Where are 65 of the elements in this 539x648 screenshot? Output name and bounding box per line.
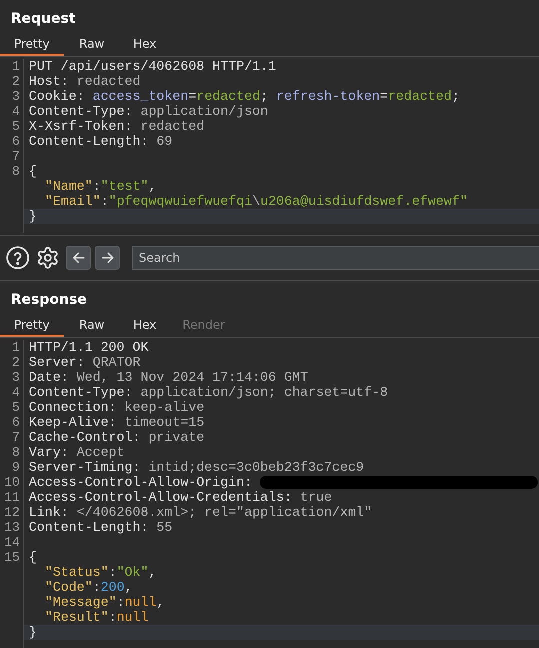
line-number: 4 (11, 104, 21, 119)
line-number: 8 (11, 445, 21, 460)
line-number: 11 (3, 490, 21, 505)
tab[interactable]: Hex (120, 315, 170, 337)
help-icon[interactable] (6, 246, 30, 270)
tab[interactable]: Hex (120, 34, 170, 56)
code-line: HTTP/1.1 200 OK (28, 340, 150, 355)
code-line: Content-Length: 55 (28, 520, 174, 535)
line-number: 12 (3, 505, 21, 520)
tab[interactable]: Pretty (0, 34, 64, 56)
line-number: 2 (11, 355, 21, 370)
code-line: { (28, 164, 38, 179)
line-number: 5 (11, 119, 21, 134)
settings-icon[interactable] (36, 246, 60, 270)
code-line: Access-Control-Allow-Credentials: true (28, 490, 334, 505)
code-line: Content-Length: 69 (28, 134, 174, 149)
code-line: X-Xsrf-Token: redacted (28, 119, 206, 134)
code-line: Cache-Control: private (28, 430, 206, 445)
tab[interactable]: Raw (64, 34, 120, 56)
line-number: 1 (11, 340, 21, 355)
arrow-right-icon (100, 250, 116, 266)
code-line: Server-Timing: intid;desc=3c0beb23f3c7cec9 (28, 460, 366, 475)
line-number: 15 (3, 550, 21, 565)
line-number: 6 (11, 134, 21, 149)
code-line: "Code":200, (44, 580, 134, 595)
code-line: Link: </4062608.xml>; rel="application/xml" (28, 505, 374, 520)
code-line: "Name":"test", (44, 179, 158, 194)
panel-title: Response (10, 291, 88, 310)
line-number: 8 (11, 164, 21, 179)
code-line: "Email":"pfeqwqwuiefwuefqi\u206a@uisdiufdswef.efwewf" (44, 194, 469, 209)
code-line: "Message":null, (44, 595, 166, 610)
code-text: Access-Control-Allow-Origin: (29, 475, 254, 490)
code-line: Vary: Accept (28, 445, 126, 460)
code-line: "Status":"Ok", (44, 565, 158, 580)
line-number: 2 (11, 74, 21, 89)
line-number: 3 (11, 370, 21, 385)
line-number: 13 (3, 520, 21, 535)
search-field[interactable]: Search (132, 246, 539, 270)
line-number: 5 (11, 400, 21, 415)
back-button[interactable] (66, 246, 91, 270)
line-number: 7 (11, 430, 21, 445)
code-line: "Result":null (44, 610, 150, 625)
line-number: 3 (11, 89, 21, 104)
code-line: PUT /api/users/4062608 HTTP/1.1 (28, 59, 278, 74)
line-number: 9 (11, 460, 21, 475)
code-line: Host: redacted (28, 74, 142, 89)
line-number: 6 (11, 415, 21, 430)
code-line: { (28, 550, 38, 565)
line-number: 4 (11, 385, 21, 400)
tab[interactable]: Pretty (0, 315, 64, 337)
code-line: Content-Type: application/json; charset=utf-8 (28, 385, 390, 400)
code-line: Server: QRATOR (28, 355, 142, 370)
line-number: 10 (3, 475, 21, 490)
panel-title: Request (10, 10, 77, 29)
arrow-left-icon (70, 250, 86, 266)
code-line: Content-Type: application/json (28, 104, 270, 119)
line-number: 1 (11, 59, 21, 74)
code-line: Date: Wed, 13 Nov 2024 17:14:06 GMT (28, 370, 310, 385)
code-line: Cookie: access_token=redacted; refresh-token=redacted; (28, 89, 461, 104)
code-line: Keep-Alive: timeout=15 (28, 415, 206, 430)
code-line: Connection: keep-alive (28, 400, 206, 415)
line-number: 7 (11, 149, 21, 164)
forward-button[interactable] (95, 246, 120, 270)
tab[interactable]: Raw (64, 315, 120, 337)
line-number: 14 (3, 535, 21, 550)
